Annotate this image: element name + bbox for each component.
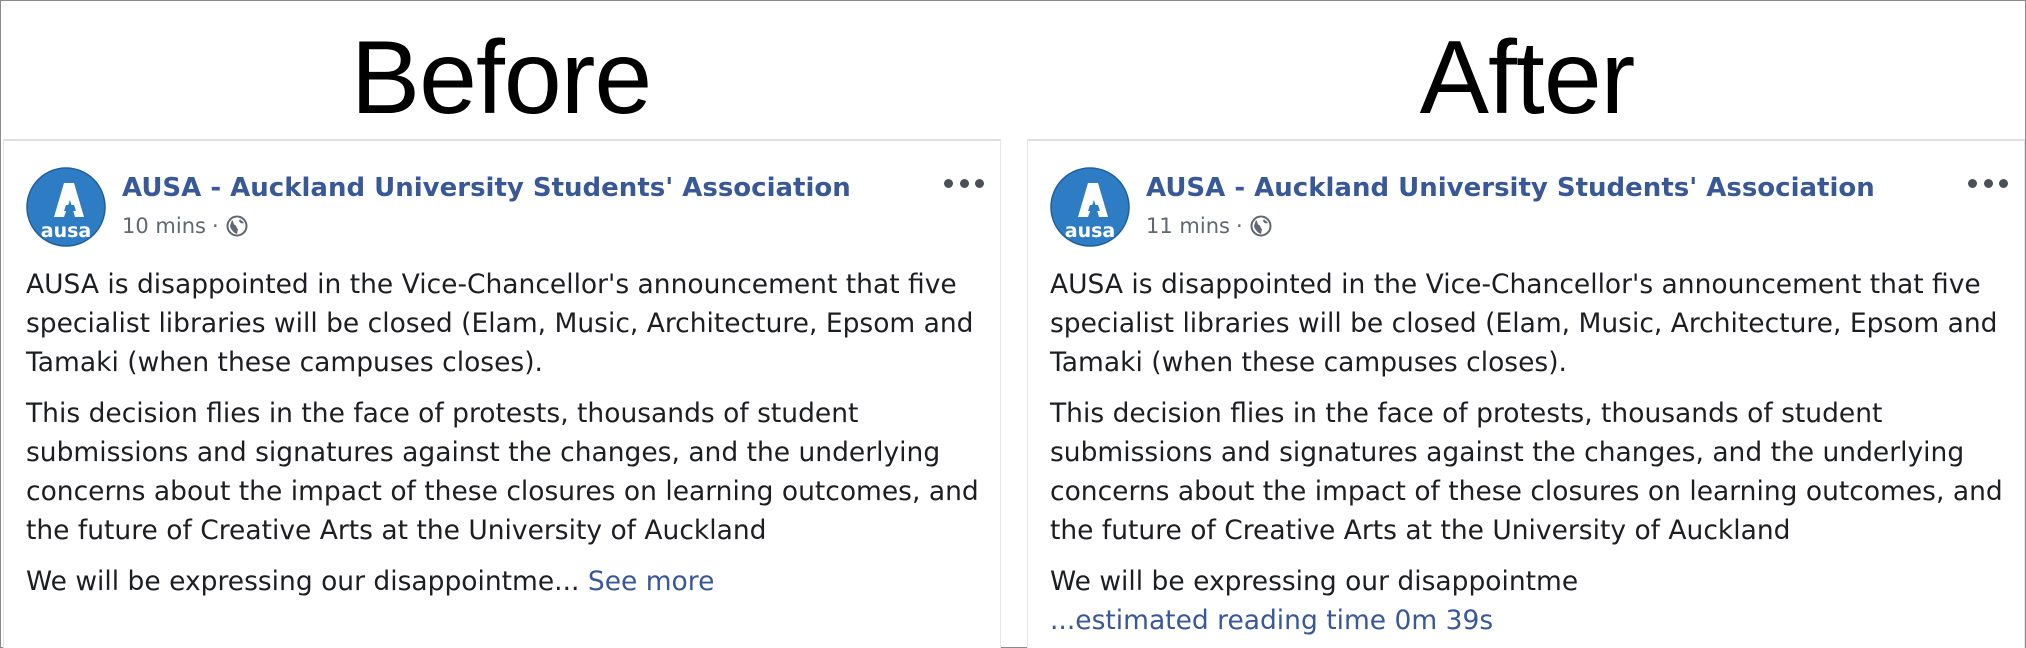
post-paragraph: AUSA is disappointed in the Vice-Chancel… bbox=[26, 269, 974, 378]
post-paragraph: This decision flies in the face of prote… bbox=[1050, 398, 2003, 546]
post-truncated-paragraph: We will be expressing our disappointme..… bbox=[1050, 562, 2010, 640]
reading-time-link[interactable]: ...estimated reading time 0m 39s bbox=[1050, 605, 1493, 636]
page-name-link[interactable]: AUSA - Auckland University Students' Ass… bbox=[122, 171, 851, 205]
more-options-icon[interactable] bbox=[944, 171, 984, 195]
post-paragraph: This decision flies in the face of prote… bbox=[26, 398, 979, 546]
truncated-text: We will be expressing our disappointme..… bbox=[26, 566, 580, 597]
post-body: AUSA is disappointed in the Vice-Chancel… bbox=[1050, 265, 2010, 640]
see-more-link[interactable]: See more bbox=[588, 566, 715, 597]
ausa-logo-icon[interactable]: ausa bbox=[1050, 167, 1130, 247]
meta-separator: · bbox=[211, 214, 219, 238]
globe-icon[interactable] bbox=[225, 214, 249, 238]
ausa-logo-icon[interactable]: ausa bbox=[26, 167, 106, 247]
more-options-icon[interactable] bbox=[1968, 171, 2008, 195]
avatar-text: ausa bbox=[1065, 220, 1115, 242]
meta-separator: · bbox=[1235, 214, 1243, 238]
post-body: AUSA is disappointed in the Vice-Chancel… bbox=[26, 265, 986, 613]
post-paragraph: AUSA is disappointed in the Vice-Chancel… bbox=[1050, 269, 1998, 378]
after-heading: After bbox=[1419, 20, 1636, 136]
truncated-text: We will be expressing our disappointme bbox=[1050, 566, 1579, 597]
post-card-before: ausa AUSA - Auckland University Students… bbox=[3, 139, 1001, 648]
page-name-link[interactable]: AUSA - Auckland University Students' Ass… bbox=[1146, 171, 1875, 205]
post-timestamp[interactable]: 11 mins bbox=[1146, 214, 1230, 238]
comparison-frame: Before After ausa AUSA - Auckland Univer… bbox=[0, 0, 2026, 648]
avatar-text: ausa bbox=[41, 220, 91, 242]
post-card-after: ausa AUSA - Auckland University Students… bbox=[1027, 139, 2025, 648]
post-meta: 11 mins · bbox=[1146, 211, 1273, 241]
post-truncated-paragraph: We will be expressing our disappointme..… bbox=[26, 562, 986, 601]
post-meta: 10 mins · bbox=[122, 211, 249, 241]
before-heading: Before bbox=[350, 20, 652, 136]
post-timestamp[interactable]: 10 mins bbox=[122, 214, 206, 238]
globe-icon[interactable] bbox=[1249, 214, 1273, 238]
